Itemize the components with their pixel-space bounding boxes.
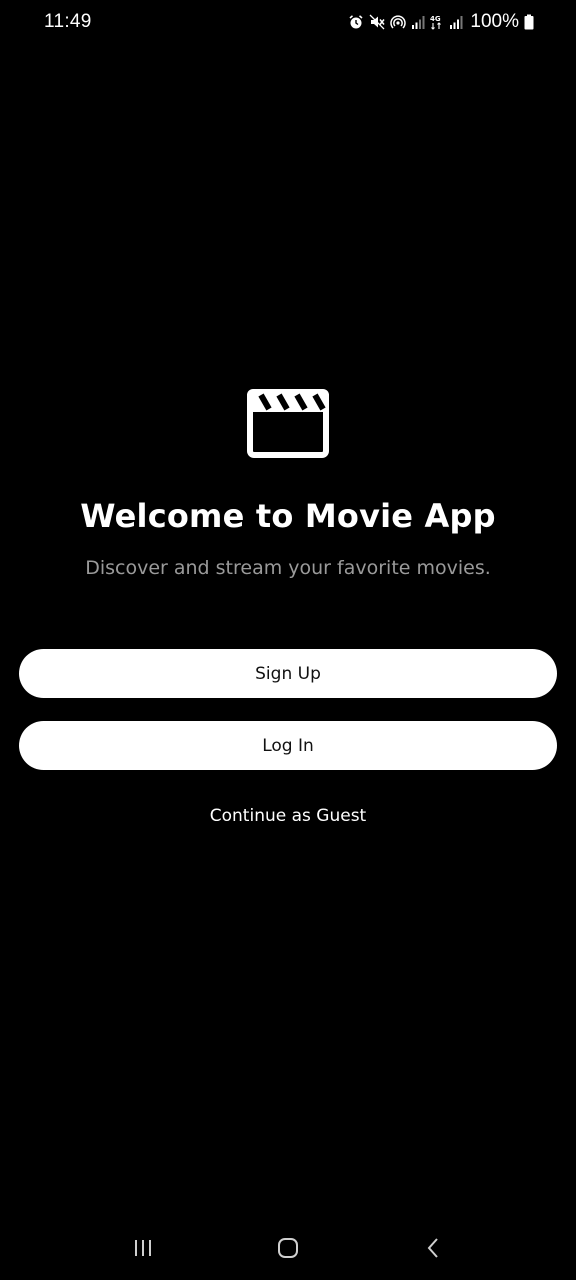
navigation-bar	[0, 1220, 576, 1280]
logo-wrapper	[0, 388, 576, 462]
home-button[interactable]	[258, 1230, 318, 1270]
mute-icon	[369, 14, 385, 30]
home-icon	[277, 1237, 299, 1263]
status-icons: 4G 100%	[348, 11, 534, 33]
status-time: 11:49	[44, 11, 92, 32]
alarm-icon	[348, 14, 364, 30]
sign-up-button-label: Sign Up	[255, 663, 321, 684]
hotspot-icon	[390, 14, 407, 30]
signal-icon	[411, 15, 425, 29]
4g-icon: 4G	[430, 14, 444, 30]
battery-icon	[524, 14, 534, 30]
log-in-button[interactable]: Log In	[19, 721, 557, 770]
log-in-button-label: Log In	[262, 735, 314, 756]
recent-apps-button[interactable]	[113, 1230, 173, 1270]
back-button[interactable]	[403, 1230, 463, 1270]
welcome-title: Welcome to Movie App	[80, 497, 496, 535]
welcome-subtitle: Discover and stream your favorite movies…	[85, 557, 491, 579]
status-bar: 11:49 4G 100%	[0, 0, 576, 44]
signal-icon	[449, 15, 463, 29]
svg-text:4G: 4G	[430, 15, 441, 23]
battery-percent: 100%	[470, 11, 519, 32]
welcome-screen: 11:49 4G 100% Welcome to Movie App Disco…	[0, 0, 576, 1280]
back-icon	[426, 1237, 440, 1263]
continue-as-guest-link[interactable]: Continue as Guest	[0, 806, 576, 826]
recent-apps-icon	[133, 1239, 153, 1261]
clapperboard-icon	[247, 388, 329, 462]
sign-up-button[interactable]: Sign Up	[19, 649, 557, 698]
